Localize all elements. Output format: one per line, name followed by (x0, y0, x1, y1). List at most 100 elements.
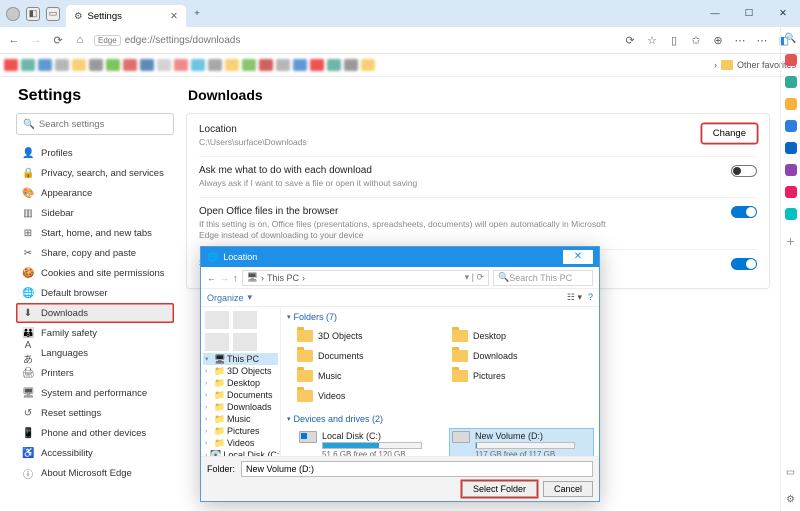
browser-tab-settings[interactable]: ⚙ Settings ✕ (66, 5, 186, 27)
sidebar-item-reset-settings[interactable]: ↺Reset settings (16, 403, 174, 423)
sync-icon[interactable]: ⟳ (620, 34, 640, 47)
window-controls: — ☐ ✕ (698, 0, 800, 27)
sidebar-item-downloads[interactable]: ⬇Downloads (16, 303, 174, 323)
organize-menu[interactable]: Organize (207, 293, 244, 303)
tree-item[interactable]: ›📁Desktop (203, 377, 278, 389)
change-location-button[interactable]: Change (702, 124, 757, 143)
tree-item[interactable]: ›💽Local Disk (C:) (203, 449, 278, 456)
star-icon[interactable]: ☆ (642, 34, 662, 47)
office-toggle[interactable] (731, 206, 757, 218)
tab-actions-icon[interactable]: ▭ (46, 7, 60, 21)
help-button[interactable]: ? (588, 292, 593, 303)
crumb-this-pc: This PC (267, 273, 299, 283)
location-label: Location (199, 124, 307, 135)
ask-each-toggle[interactable] (731, 165, 757, 177)
dialog-forward-button[interactable]: → (220, 273, 229, 283)
sidebar-item-family-safety[interactable]: 👪Family safety (16, 323, 174, 343)
showmenu-toggle[interactable] (731, 258, 757, 270)
tree-item[interactable]: ›📁Videos (203, 437, 278, 449)
extensions-icon[interactable]: ⋯ (730, 34, 750, 47)
nav-home-button[interactable]: ⌂ (72, 34, 88, 46)
drives-group-header[interactable]: ▾Devices and drives (2) (287, 411, 593, 427)
sidebar-item-share-copy-and-paste[interactable]: ✂Share, copy and paste (16, 243, 174, 263)
nav-forward-button[interactable]: → (28, 34, 44, 46)
sidebar-item-appearance[interactable]: 🎨Appearance (16, 183, 174, 203)
tree-item[interactable]: ›📁Documents (203, 389, 278, 401)
sidebar-item-start-home-and-new-tabs[interactable]: ⊞Start, home, and new tabs (16, 223, 174, 243)
rail-icon[interactable] (785, 98, 797, 110)
window-close-button[interactable]: ✕ (766, 0, 800, 27)
drive-item[interactable]: New Volume (D:)117 GB free of 117 GB (450, 429, 593, 456)
view-mode-button[interactable]: ☷ ▾ (567, 292, 582, 303)
profile-avatar-icon[interactable] (6, 7, 20, 21)
tree-item[interactable]: ›📁3D Objects (203, 365, 278, 377)
workspaces-icon[interactable]: ◧ (26, 7, 40, 21)
folder-item[interactable]: Downloads (452, 347, 593, 365)
rail-icon[interactable] (785, 54, 797, 66)
dialog-breadcrumb[interactable]: 🖥 › This PC › ▾ | ⟳ (242, 270, 490, 286)
search-rail-icon[interactable]: 🔍 (785, 33, 797, 44)
folder-item[interactable]: Music (297, 367, 438, 385)
dialog-titlebar[interactable]: 🌐 Location ✕ (201, 247, 599, 267)
sidebar-item-about-microsoft-edge[interactable]: ⓘAbout Microsoft Edge (16, 463, 174, 483)
settings-search-input[interactable] (39, 119, 171, 130)
tree-item[interactable]: ▾🖥This PC (203, 353, 278, 365)
folder-item[interactable]: Videos (297, 387, 438, 405)
folder-item[interactable]: 3D Objects (297, 327, 438, 345)
sidebar-item-sidebar[interactable]: ▥Sidebar (16, 203, 174, 223)
rail-icon[interactable] (785, 120, 797, 132)
favorites-icon[interactable]: ✩ (686, 34, 706, 47)
split-icon[interactable]: ▯ (664, 34, 684, 47)
folder-item[interactable]: Documents (297, 347, 438, 365)
dialog-up-button[interactable]: ↑ (233, 273, 238, 283)
edge-pill: Edge (94, 35, 121, 46)
rail-icon[interactable] (785, 208, 797, 220)
tab-close-icon[interactable]: ✕ (170, 11, 178, 22)
sidebar-item-privacy-search-and-services[interactable]: 🔒Privacy, search, and services (16, 163, 174, 183)
rail-icon[interactable] (785, 186, 797, 198)
nav-back-button[interactable]: ← (6, 34, 22, 46)
sidebar-item-accessibility[interactable]: ♿Accessibility (16, 443, 174, 463)
sidebar-item-system-and-performance[interactable]: 🖥System and performance (16, 383, 174, 403)
drive-icon (452, 431, 470, 443)
folder-icon (452, 350, 468, 362)
nav-item-label: Family safety (41, 328, 97, 339)
dialog-back-button[interactable]: ← (207, 273, 216, 283)
folder-item[interactable]: Desktop (452, 327, 593, 345)
app-menu-icon[interactable]: ⋯ (752, 34, 772, 47)
rail-icon[interactable] (785, 142, 797, 154)
tree-item[interactable]: ›📁Pictures (203, 425, 278, 437)
folder-icon (721, 60, 733, 70)
cancel-button[interactable]: Cancel (543, 481, 593, 497)
sidebar-item-phone-and-other-devices[interactable]: 📱Phone and other devices (16, 423, 174, 443)
rail-icon[interactable] (785, 76, 797, 88)
sidebar-item-printers[interactable]: 🖨Printers (16, 363, 174, 383)
window-maximize-button[interactable]: ☐ (732, 0, 766, 27)
dialog-search[interactable]: 🔍 Search This PC (493, 270, 593, 286)
dialog-close-button[interactable]: ✕ (563, 250, 593, 264)
settings-search[interactable]: 🔍 (16, 113, 174, 135)
sidebar-item-languages[interactable]: AあLanguages (16, 343, 174, 363)
collections-icon[interactable]: ⊕ (708, 34, 728, 47)
select-folder-button[interactable]: Select Folder (462, 481, 537, 497)
url-display[interactable]: Edge edge://settings/downloads (94, 35, 614, 46)
nav-item-label: Start, home, and new tabs (41, 228, 152, 239)
drive-item[interactable]: Local Disk (C:)51.6 GB free of 120 GB (297, 429, 440, 456)
sidebar-item-default-browser[interactable]: 🌐Default browser (16, 283, 174, 303)
tree-item[interactable]: ›📁Music (203, 413, 278, 425)
tree-item[interactable]: ›📁Downloads (203, 401, 278, 413)
nav-item-icon: 🖨 (22, 368, 34, 379)
nav-refresh-button[interactable]: ⟳ (50, 34, 66, 47)
sidebar-item-profiles[interactable]: 👤Profiles (16, 143, 174, 163)
folder-item[interactable]: Pictures (452, 367, 593, 385)
sidebar-item-cookies-and-site-permissions[interactable]: 🍪Cookies and site permissions (16, 263, 174, 283)
rail-gear-icon[interactable]: ⚙ (786, 494, 795, 505)
chevron-right-icon: › (714, 60, 717, 70)
folders-group-header[interactable]: ▾Folders (7) (287, 309, 593, 325)
window-minimize-button[interactable]: — (698, 0, 732, 27)
rail-icon[interactable] (785, 164, 797, 176)
rail-add-icon[interactable]: ＋ (786, 234, 796, 248)
new-tab-button[interactable]: + (186, 0, 208, 27)
rail-settings-icon[interactable]: ▭ (786, 467, 795, 478)
folder-name-input[interactable] (241, 461, 593, 477)
